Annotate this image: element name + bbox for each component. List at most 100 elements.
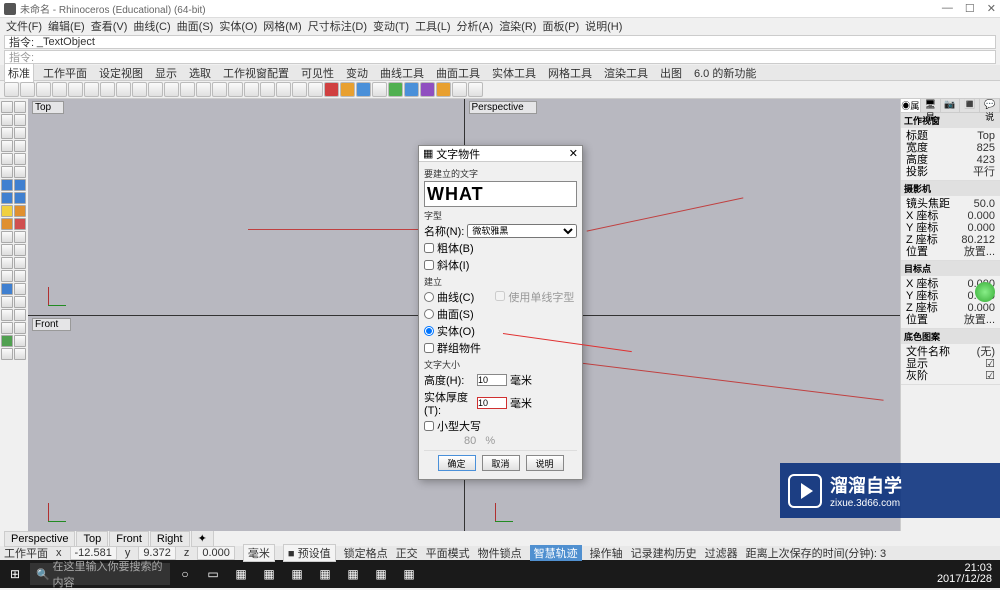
tool-options-icon[interactable] [308,82,323,97]
ltool-rect-icon[interactable] [14,153,26,165]
prop-show-check[interactable]: ☑ [985,358,995,370]
status-osnap[interactable]: 物件锁点 [478,545,522,561]
menu-mesh[interactable]: 网格(M) [261,18,304,34]
tool-4view-icon[interactable] [244,82,259,97]
menu-tools[interactable]: 工具(L) [413,18,452,34]
viewport-top-label[interactable]: Top [32,101,64,114]
ltool-arc-icon[interactable] [1,153,13,165]
status-layer[interactable]: ■ 预设值 [283,544,336,562]
ltool-circle-icon[interactable] [14,140,26,152]
panel-tab-layers[interactable]: 🔳 [960,99,980,112]
cortana-icon[interactable]: ○ [172,562,198,586]
prop-lens-value[interactable]: 50.0 [974,198,995,210]
prop-gray-check[interactable]: ☑ [985,370,995,382]
tool-misc1-icon[interactable] [452,82,467,97]
menu-transform[interactable]: 变动(T) [371,18,411,34]
tool-layers-icon[interactable] [276,82,291,97]
curve-radio[interactable] [424,292,434,302]
status-gumball[interactable]: 操作轴 [590,545,623,561]
tab-standard[interactable]: 标准 [4,63,34,82]
ltool-arrow-icon[interactable] [1,101,13,113]
task-app7-icon[interactable]: ▦ [396,562,422,586]
tab-new6[interactable]: 6.0 的新功能 [691,64,759,82]
ltool-lock-icon[interactable] [1,322,13,334]
status-filter[interactable]: 过滤器 [705,545,738,561]
text-input[interactable] [424,181,577,207]
viewport-persp-label[interactable]: Perspective [469,101,537,114]
tool-ground-icon[interactable] [420,82,435,97]
tab-layout[interactable]: 工作视窗配置 [220,64,292,82]
task-rhino-icon[interactable]: ▦ [312,562,338,586]
ltool-move-icon[interactable] [1,244,13,256]
menu-panels[interactable]: 面板(P) [540,18,581,34]
tool-print-icon[interactable] [52,82,67,97]
menu-solid[interactable]: 实体(O) [217,18,259,34]
ltool-plane-icon[interactable] [14,179,26,191]
ok-button[interactable]: 确定 [438,455,476,471]
ltool-point-icon[interactable] [1,114,13,126]
prop-height-value[interactable]: 423 [977,154,995,166]
ltool-mirror-icon[interactable] [1,270,13,282]
tab-drafting[interactable]: 出图 [657,64,685,82]
ltool-ungroup-icon[interactable] [14,348,26,360]
ltool-curve-icon[interactable] [1,140,13,152]
ltool-array-icon[interactable] [14,270,26,282]
menu-dimension[interactable]: 尺寸标注(D) [306,18,369,34]
task-app2-icon[interactable]: ▦ [256,562,282,586]
ltool-trim-icon[interactable] [1,231,13,243]
tool-zoom-icon[interactable] [196,82,211,97]
tool-undo-icon[interactable] [132,82,147,97]
panel-tab-camera[interactable]: 📷 [941,99,961,112]
prop-proj-value[interactable]: 平行 [973,166,995,178]
ltool-scale-icon[interactable] [14,257,26,269]
prop-camx-value[interactable]: 0.000 [967,210,995,222]
tool-save-icon[interactable] [36,82,51,97]
tab-rendertools[interactable]: 渲染工具 [601,64,651,82]
ltool-measure-icon[interactable] [1,296,13,308]
ltool-surface-icon[interactable] [1,179,13,191]
prop-width-value[interactable]: 825 [977,142,995,154]
ltool-render-icon[interactable] [1,335,13,347]
tool-pan-icon[interactable] [164,82,179,97]
italic-checkbox[interactable] [424,260,434,270]
tab-setview[interactable]: 设定视图 [96,64,146,82]
solid-radio[interactable] [424,326,434,336]
tool-cut-icon[interactable] [84,82,99,97]
ltool-copy-icon[interactable] [14,244,26,256]
ltool-hide-icon[interactable] [1,309,13,321]
bold-checkbox[interactable] [424,243,434,253]
ltool-shade-icon[interactable] [14,335,26,347]
tab-display[interactable]: 显示 [152,64,180,82]
prop-campos-btn[interactable]: 放置... [964,246,995,258]
ltool-lasso-icon[interactable] [14,101,26,113]
tool-light-icon[interactable] [340,82,355,97]
tool-new-icon[interactable] [4,82,19,97]
prop-file-value[interactable]: (无) [977,346,995,358]
task-app3-icon[interactable]: ▦ [284,562,310,586]
tool-redo-icon[interactable] [148,82,163,97]
ltool-line-icon[interactable] [1,127,13,139]
prop-camy-value[interactable]: 0.000 [967,222,995,234]
task-app5-icon[interactable]: ▦ [340,562,366,586]
ltool-rotate-icon[interactable] [1,257,13,269]
tab-cplane[interactable]: 工作平面 [40,64,90,82]
tool-misc2-icon[interactable] [468,82,483,97]
tab-select[interactable]: 选取 [186,64,214,82]
ltool-polygon-icon[interactable] [1,166,13,178]
prop-title-value[interactable]: Top [977,130,995,142]
tab-solidtools[interactable]: 实体工具 [489,64,539,82]
status-gridsnap[interactable]: 锁定格点 [344,545,388,561]
viewport-front-label[interactable]: Front [32,318,71,331]
thickness-input[interactable] [477,397,507,409]
font-select[interactable]: 微软雅黑 [467,224,577,238]
ltool-box-icon[interactable] [14,192,26,204]
ltool-explode-icon[interactable] [1,218,13,230]
ltool-ellipse-icon[interactable] [14,166,26,178]
menu-analyze[interactable]: 分析(A) [455,18,496,34]
ltool-polyline-icon[interactable] [14,127,26,139]
menu-help[interactable]: 说明(H) [583,18,624,34]
status-ortho[interactable]: 正交 [396,545,418,561]
panel-tab-display[interactable]: 🖥显 [921,99,941,112]
ltool-dim-icon[interactable] [14,283,26,295]
panel-tab-help[interactable]: 💬说 [980,99,1000,112]
